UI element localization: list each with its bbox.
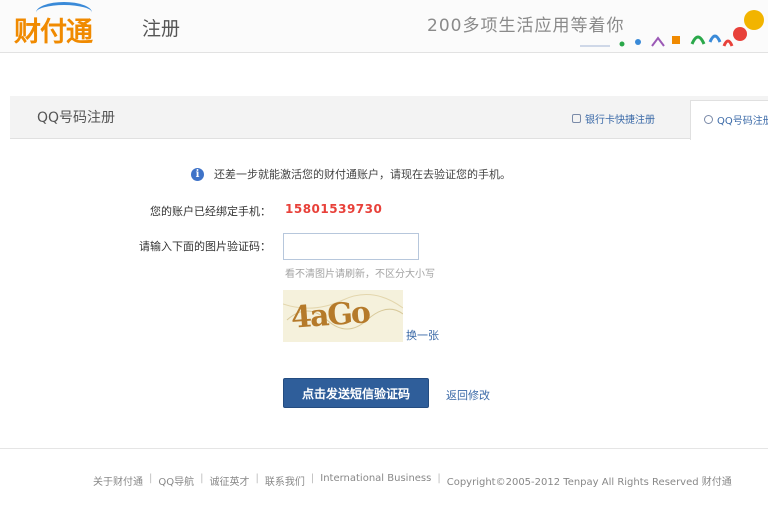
notice: i 还差一步就能激活您的财付通账户，请现在去验证您的手机。 xyxy=(191,166,511,182)
captcha-image[interactable]: 4aGo xyxy=(283,290,403,342)
footer-link-qq-nav[interactable]: QQ导航 xyxy=(158,473,194,488)
captcha-code-input[interactable] xyxy=(283,233,419,260)
tab-qq-label: QQ号码注册 xyxy=(717,116,768,127)
footer-separator: | xyxy=(200,473,204,484)
footer-divider xyxy=(0,448,768,449)
phone-number: 15801539730 xyxy=(285,202,383,216)
footer-link-contact[interactable]: 联系我们 xyxy=(265,473,305,488)
phone-label: 您的账户已经绑定手机： xyxy=(150,205,271,218)
logo-text: 财付通 xyxy=(14,17,93,48)
tenpay-logo[interactable]: 财付通 xyxy=(6,2,126,48)
section-title: QQ号码注册 xyxy=(37,110,116,126)
footer-separator: | xyxy=(255,473,259,484)
bank-card-icon xyxy=(572,114,581,123)
page-title: 注册 xyxy=(142,18,181,40)
decorative-banner-icon xyxy=(580,10,764,47)
footer-separator: | xyxy=(149,473,153,484)
tab-bar: QQ号码注册 银行卡快捷注册 QQ号码注册 xyxy=(10,96,768,140)
tab-bank-card-register[interactable]: 银行卡快捷注册 xyxy=(572,111,655,126)
tab-qq-register[interactable]: QQ号码注册 xyxy=(690,100,768,140)
captcha-code-label: 请输入下面的图片验证码： xyxy=(139,240,271,253)
footer-separator: | xyxy=(310,473,315,484)
captcha-hint: 看不清图片请刷新，不区分大小写 xyxy=(285,269,435,280)
notice-text: 还差一步就能激活您的财付通账户，请现在去验证您的手机。 xyxy=(214,168,511,181)
footer-link-jobs[interactable]: 诚征英才 xyxy=(210,473,250,488)
captcha-text: 4aGo xyxy=(289,295,371,336)
footer-separator: | xyxy=(437,473,441,484)
footer-copyright: Copyright©2005-2012 Tenpay All Rights Re… xyxy=(446,477,732,488)
header: 财付通 注册 200多项生活应用等着你 xyxy=(0,0,768,53)
refresh-captcha-link[interactable]: 换一张 xyxy=(406,327,439,343)
send-sms-code-button[interactable]: 点击发送短信验证码 xyxy=(283,378,429,408)
footer-link-about[interactable]: 关于财付通 xyxy=(93,473,143,488)
info-icon: i xyxy=(191,167,204,181)
footer-link-international[interactable]: International Business xyxy=(320,473,431,488)
qq-icon xyxy=(704,115,713,124)
tab-bank-card-label: 银行卡快捷注册 xyxy=(585,115,655,126)
back-edit-link[interactable]: 返回修改 xyxy=(446,387,490,403)
footer: 关于财付通 | QQ导航 | 诚征英才 | 联系我们 | Internation… xyxy=(93,473,732,488)
